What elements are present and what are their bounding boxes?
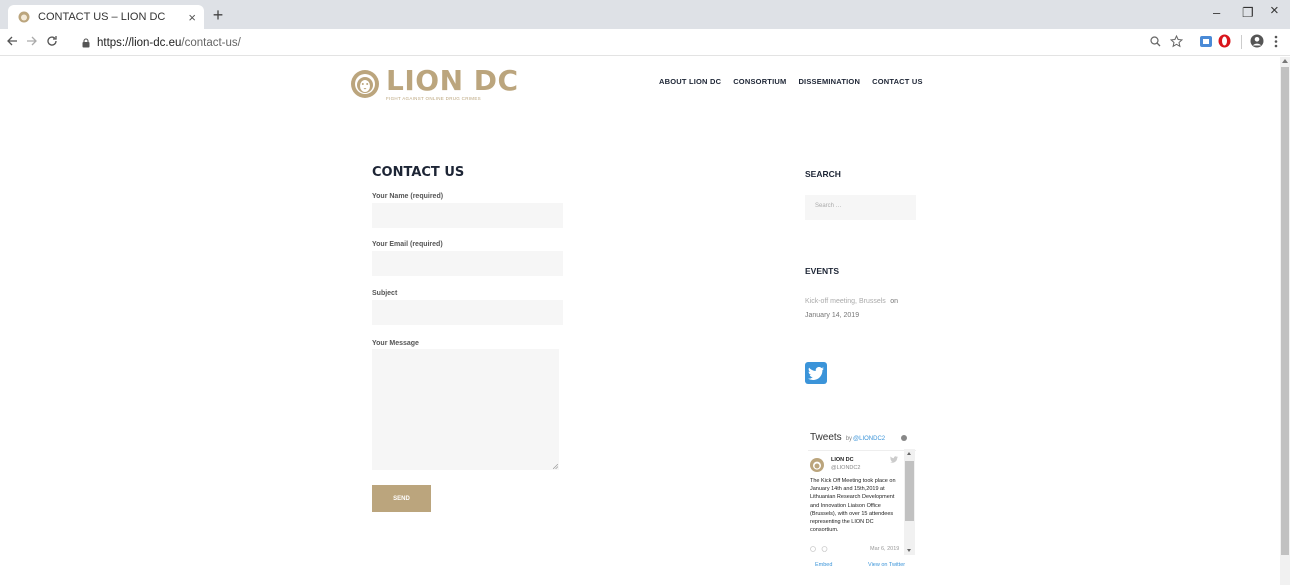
new-tab-button[interactable]: +	[208, 6, 228, 24]
menu-icon[interactable]	[1274, 35, 1278, 48]
opera-icon[interactable]	[1218, 34, 1231, 48]
subject-field[interactable]	[372, 300, 563, 325]
zoom-icon[interactable]	[1150, 36, 1161, 47]
tab-close-icon[interactable]: ×	[188, 10, 196, 25]
lion-logo-icon	[351, 70, 379, 98]
nav-contact[interactable]: CONTACT US	[872, 77, 923, 86]
tab-title: CONTACT US – LION DC	[38, 11, 166, 23]
web-page: LION DC FIGHT AGAINST ONLINE DRUG CRIMES…	[0, 57, 1280, 585]
browser-tab[interactable]: CONTACT US – LION DC ×	[8, 5, 204, 29]
star-icon[interactable]	[1170, 35, 1183, 48]
scroll-thumb[interactable]	[1281, 67, 1289, 555]
event-link[interactable]: Kick-off meeting, Brussels	[805, 298, 886, 305]
tweet-scrollbar[interactable]	[904, 449, 915, 555]
page-title: CONTACT US	[372, 165, 465, 180]
email-field[interactable]	[372, 251, 563, 276]
search-input[interactable]: Search …	[805, 195, 916, 220]
close-window-button[interactable]: ×	[1270, 3, 1279, 18]
tweet-actions-icon[interactable]	[810, 546, 836, 552]
subject-label: Subject	[372, 290, 398, 297]
contact-form: CONTACT US	[372, 165, 572, 180]
tweet-text: The Kick Off Meeting took place on Janua…	[810, 478, 896, 534]
page-scrollbar[interactable]	[1280, 57, 1290, 585]
address-bar[interactable]: https://lion-dc.eu/contact-us/	[82, 33, 241, 52]
tweet-author-handle[interactable]: @LIONDC2	[831, 465, 860, 471]
browser-toolbar: https://lion-dc.eu/contact-us/	[0, 29, 1290, 56]
tweets-by: by	[845, 436, 853, 442]
events-heading: EVENTS	[805, 266, 840, 276]
nav-consortium[interactable]: CONSORTIUM	[733, 77, 786, 86]
site-logo[interactable]: LION DC FIGHT AGAINST ONLINE DRUG CRIMES	[350, 67, 519, 101]
twitter-link[interactable]	[805, 362, 827, 384]
scroll-down-icon[interactable]	[907, 549, 911, 552]
lion-favicon-icon	[18, 11, 30, 23]
name-field[interactable]	[372, 203, 563, 228]
minimize-button[interactable]: –	[1213, 6, 1220, 20]
nav-dissemination[interactable]: DISSEMINATION	[798, 77, 860, 86]
nav-about[interactable]: ABOUT LION DC	[659, 77, 721, 86]
search-heading: SEARCH	[805, 169, 841, 179]
tweet-timeline[interactable]: LION DC @LIONDC2 The Kick Off Meeting to…	[808, 450, 916, 554]
send-button[interactable]: SEND	[372, 485, 431, 512]
tweet-author-name[interactable]: LION DC	[831, 457, 854, 463]
url-path: /contact-us/	[181, 36, 241, 49]
toolbar-divider	[1241, 35, 1242, 49]
reload-icon[interactable]	[46, 35, 58, 47]
embed-link[interactable]: Embed	[815, 562, 832, 568]
tweet-date[interactable]: Mar 6, 2019	[870, 546, 899, 552]
back-icon[interactable]	[6, 35, 18, 47]
extension-icon[interactable]	[1200, 36, 1212, 47]
message-field[interactable]	[372, 349, 559, 470]
message-label: Your Message	[372, 340, 419, 347]
scroll-thumb[interactable]	[905, 461, 914, 521]
avatar[interactable]	[810, 458, 824, 472]
browser-tab-bar: CONTACT US – LION DC × + – ❐ ×	[0, 0, 1290, 29]
scroll-up-icon[interactable]	[907, 452, 911, 455]
name-label: Your Name (required)	[372, 193, 444, 200]
restore-button[interactable]: ❐	[1242, 6, 1254, 20]
scroll-up-icon[interactable]	[1282, 59, 1288, 63]
twitter-bird-icon	[808, 366, 824, 380]
email-label: Your Email (required)	[372, 241, 443, 248]
tweets-header: Tweets by @LIONDC2	[810, 432, 885, 443]
main-nav: ABOUT LION DC CONSORTIUM DISSEMINATION C…	[659, 77, 923, 86]
event-on: on	[890, 298, 899, 305]
account-icon[interactable]	[1250, 34, 1264, 48]
url-host: https://lion-dc.eu	[97, 36, 182, 49]
event-date: January 14, 2019	[805, 312, 860, 319]
twitter-bird-icon	[890, 456, 898, 463]
tweets-handle-link[interactable]: @LIONDC2	[853, 436, 885, 442]
lock-icon	[82, 37, 90, 47]
resize-handle-icon[interactable]	[553, 464, 558, 469]
brand-name: LION DC	[386, 64, 519, 97]
forward-icon[interactable]	[26, 35, 38, 47]
view-on-twitter-link[interactable]: View on Twitter	[868, 562, 905, 568]
event-item: Kick-off meeting, Brussels on January 14…	[805, 293, 915, 321]
tweets-title: Tweets	[810, 432, 842, 443]
info-icon[interactable]	[901, 435, 907, 441]
